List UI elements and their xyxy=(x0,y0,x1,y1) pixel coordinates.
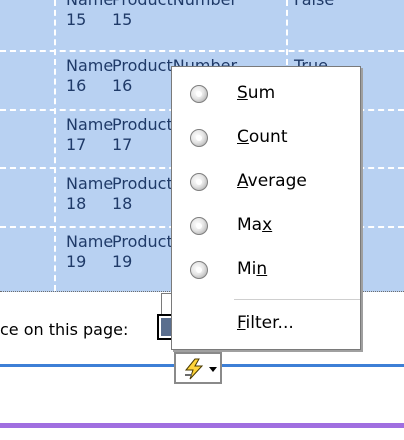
menu-item-filter[interactable]: Filter... xyxy=(172,305,360,345)
radio-icon xyxy=(190,173,208,191)
cell-name[interactable]: Name 16 xyxy=(66,56,113,96)
menu-item-label: Average xyxy=(237,171,307,191)
menu-item-label: Sum xyxy=(237,83,276,103)
cell-product[interactable]: Product 19 xyxy=(112,232,173,272)
menu-item-sum[interactable]: Sum xyxy=(172,75,360,115)
chevron-down-icon xyxy=(209,367,217,372)
footer-input-selection xyxy=(161,318,171,336)
cell-name[interactable]: Name 15 xyxy=(66,0,113,30)
radio-icon xyxy=(190,217,208,235)
grid-col-divider xyxy=(54,0,56,291)
cell-name[interactable]: Name 19 xyxy=(66,232,113,272)
menu-item-max[interactable]: Max xyxy=(172,207,360,247)
radio-icon xyxy=(190,261,208,279)
cell-product[interactable]: Product 18 xyxy=(112,174,173,214)
menu-item-label: Max xyxy=(237,215,273,235)
menu-separator xyxy=(234,299,360,300)
cell-product[interactable]: Product 17 xyxy=(112,115,173,155)
menu-item-count[interactable]: Count xyxy=(172,119,360,159)
lightning-bolt-icon xyxy=(184,358,204,380)
cell-name[interactable]: Name 18 xyxy=(66,174,113,214)
smart-tag-button[interactable] xyxy=(174,352,222,384)
menu-item-min[interactable]: Min xyxy=(172,251,360,291)
menu-item-average[interactable]: Average xyxy=(172,163,360,203)
radio-icon xyxy=(190,85,208,103)
purple-divider xyxy=(0,423,404,428)
menu-item-label: Count xyxy=(237,127,288,147)
radio-icon xyxy=(190,129,208,147)
menu-item-label: Filter... xyxy=(237,313,294,333)
cell-product[interactable]: ProductNumber 15 xyxy=(112,0,237,30)
cell-name[interactable]: Name 17 xyxy=(66,115,113,155)
selection-label: ce on this page: xyxy=(0,320,129,339)
grid-row-divider xyxy=(0,50,404,52)
aggregate-menu: Sum Count Average Max Min Filter... xyxy=(171,66,361,350)
cell-flag[interactable]: False xyxy=(294,0,334,10)
menu-item-label: Min xyxy=(237,259,268,279)
